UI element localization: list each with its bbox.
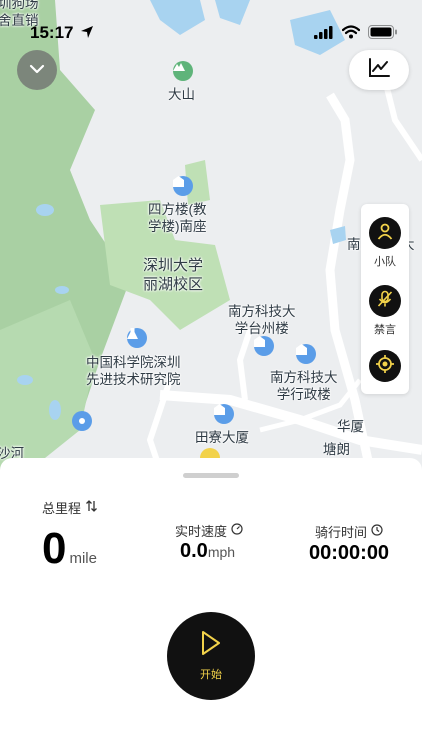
clock-icon: [371, 524, 383, 539]
start-ride-button[interactable]: 开始: [167, 612, 255, 700]
team-button-circle[interactable]: [369, 217, 401, 249]
distance-unit: mile: [69, 550, 97, 567]
line-chart-icon: [368, 57, 390, 83]
ride-stats-sheet: 总里程 0 mile 实时速度 0.0mph 骑行时间 00:00:00 开始: [0, 458, 422, 750]
person-icon: [376, 222, 394, 245]
mute-label: 禁言: [374, 324, 396, 336]
battery-icon: [368, 25, 398, 44]
distance-readout: 0 mile: [42, 524, 97, 574]
building-icon[interactable]: [214, 404, 234, 424]
speed-value: 0.0: [180, 540, 208, 562]
status-bar: 15:17: [0, 20, 422, 48]
collapse-button[interactable]: [17, 50, 57, 90]
speed-title-text: 实时速度: [175, 524, 228, 539]
play-icon: [200, 630, 222, 661]
statistics-button[interactable]: [349, 50, 409, 90]
lab-flask-icon[interactable]: [127, 328, 147, 348]
map-label-huaxia: 华厦: [337, 419, 364, 434]
duration-title-text: 骑行时间: [315, 525, 368, 540]
chevron-down-icon: [29, 61, 45, 79]
locate-button-circle[interactable]: [369, 350, 401, 382]
map-label-sustech-admin: 南方科技大 学行政楼: [270, 370, 338, 402]
speedometer-icon: [231, 523, 243, 538]
mountain-icon[interactable]: [173, 61, 193, 81]
speed-unit: mph: [207, 544, 236, 560]
swap-units-icon[interactable]: [85, 500, 98, 515]
start-label: 开始: [200, 669, 222, 681]
distance-title: 总里程: [42, 498, 98, 517]
building-icon[interactable]: [173, 176, 193, 196]
speed-title: 实时速度: [175, 521, 243, 540]
crosshair-locate-icon: [375, 354, 395, 379]
building-icon[interactable]: [254, 336, 274, 356]
microphone-off-icon: [376, 290, 394, 313]
status-time: 15:17: [30, 23, 74, 42]
distance-value: 0: [42, 524, 67, 573]
map-label-university: 深圳大学 丽湖校区: [143, 257, 204, 293]
speed-readout: 0.0mph: [180, 540, 235, 563]
distance-title-text: 总里程: [42, 501, 82, 516]
map-label-dog-farm: 圳狗场: [0, 0, 39, 11]
cellular-signal-icon: [314, 26, 334, 44]
map-side-panel: 小队 禁言: [361, 204, 409, 394]
map-label-tianliao: 田寮大厦: [195, 430, 249, 445]
location-arrow-icon: [80, 25, 94, 44]
mute-button[interactable]: 禁言: [369, 285, 401, 337]
map-label-mountain: 大山: [168, 87, 195, 102]
map-label-sustech-taizhou: 南方科技大 学台州楼: [228, 304, 296, 336]
duration-title: 骑行时间: [315, 522, 383, 541]
location-pin-icon[interactable]: [72, 411, 92, 431]
map-label-tanglang: 塘朗: [323, 442, 350, 457]
locate-button[interactable]: [369, 350, 401, 382]
map-label-cas: 中国科学院深圳 先进技术研究院: [86, 355, 181, 387]
sheet-drag-handle[interactable]: [183, 473, 239, 478]
duration-value: 00:00:00: [309, 542, 390, 564]
mute-button-circle[interactable]: [369, 285, 401, 317]
building-icon[interactable]: [296, 344, 316, 364]
team-label: 小队: [374, 256, 396, 268]
team-button[interactable]: 小队: [369, 217, 401, 269]
map-label-teaching-building: 四方楼(教 学楼)南座: [148, 202, 207, 234]
wifi-icon: [341, 25, 361, 44]
